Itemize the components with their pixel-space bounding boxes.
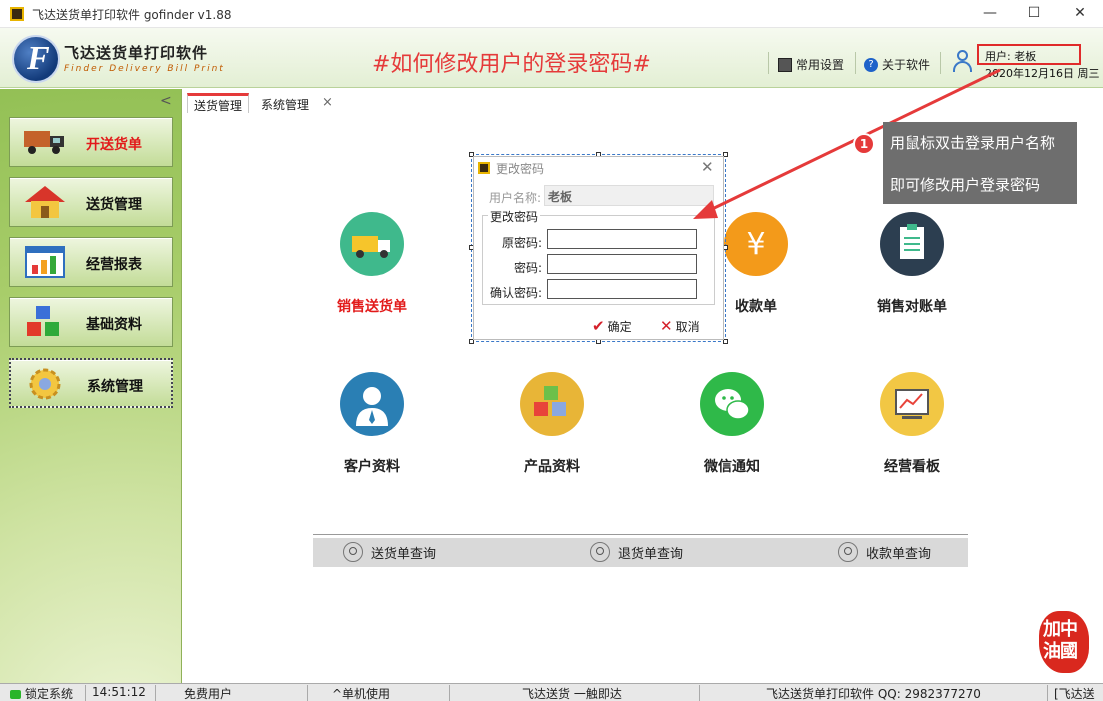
status-user-type: 免费用户 — [158, 685, 308, 701]
lock-indicator-icon — [10, 690, 21, 699]
status-extra: [飞达送 — [1054, 687, 1095, 701]
stamp-text-top: 加中 — [1043, 619, 1078, 640]
stamp-logo: 加中 油國 — [1039, 611, 1089, 673]
step-number-badge: 1 — [853, 133, 875, 155]
callout-line-2: 即可修改用户登录密码 — [890, 176, 1041, 194]
lock-system-button[interactable]: 锁定系统 — [6, 685, 86, 701]
callout-line-1: 用鼠标双击登录用户名称 — [890, 134, 1056, 152]
lock-label: 锁定系统 — [25, 687, 74, 701]
status-bar: 锁定系统 14:51:12 免费用户 ^单机使用 飞达送货 一触即达 飞达送货单… — [0, 683, 1103, 701]
instruction-callout: 用鼠标双击登录用户名称 即可修改用户登录密码 — [883, 122, 1077, 204]
status-time: 14:51:12 — [88, 685, 156, 701]
stamp-text-bottom: 油國 — [1043, 641, 1078, 662]
status-contact: 飞达送货单打印软件 QQ: 2982377270 — [702, 685, 1048, 701]
status-slogan: 飞达送货 一触即达 — [452, 685, 700, 701]
status-mode: ^单机使用 — [310, 685, 450, 701]
annotation-arrow — [693, 68, 1001, 219]
